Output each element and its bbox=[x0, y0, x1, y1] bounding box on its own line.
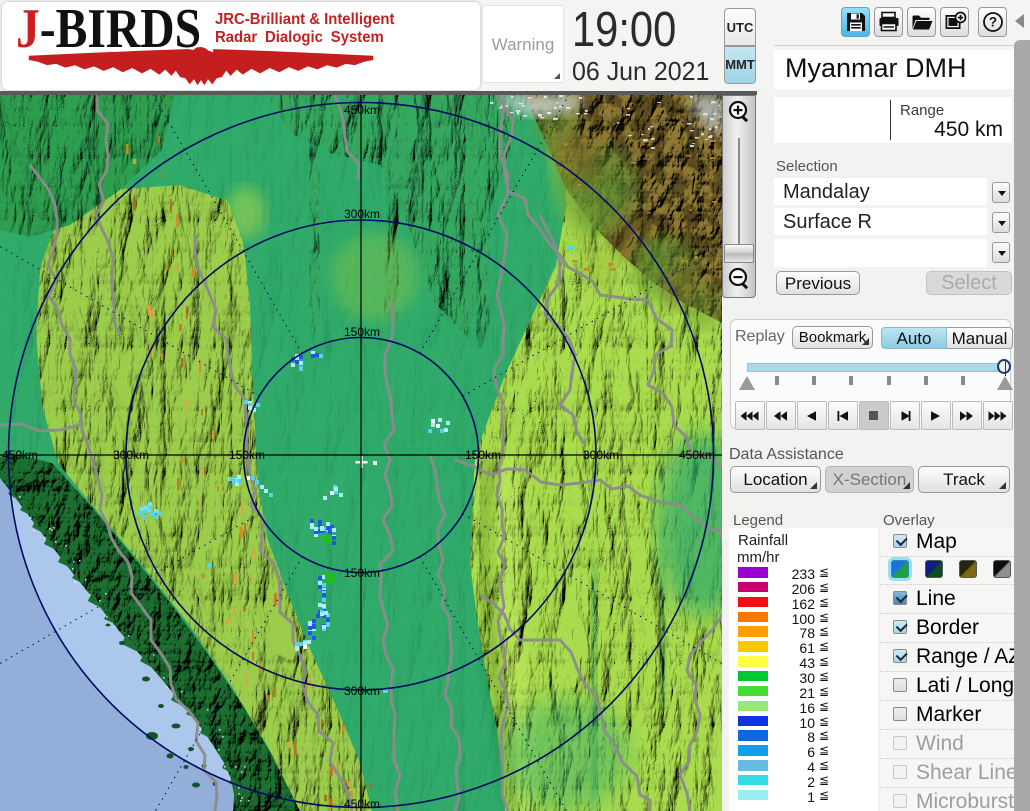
svg-text:150km: 150km bbox=[344, 325, 380, 339]
svg-text:150km: 150km bbox=[344, 566, 380, 580]
svg-text:150km: 150km bbox=[229, 448, 265, 462]
svg-text:450km: 450km bbox=[344, 103, 380, 117]
svg-text:450km: 450km bbox=[344, 797, 380, 811]
svg-text:300km: 300km bbox=[113, 448, 149, 462]
svg-text:150km: 150km bbox=[465, 448, 501, 462]
svg-text:450km: 450km bbox=[2, 448, 38, 462]
svg-text:450km: 450km bbox=[679, 448, 715, 462]
svg-text:300km: 300km bbox=[583, 448, 619, 462]
svg-text:300km: 300km bbox=[344, 684, 380, 698]
svg-text:300km: 300km bbox=[344, 207, 380, 221]
svg-text:?: ? bbox=[989, 15, 997, 30]
